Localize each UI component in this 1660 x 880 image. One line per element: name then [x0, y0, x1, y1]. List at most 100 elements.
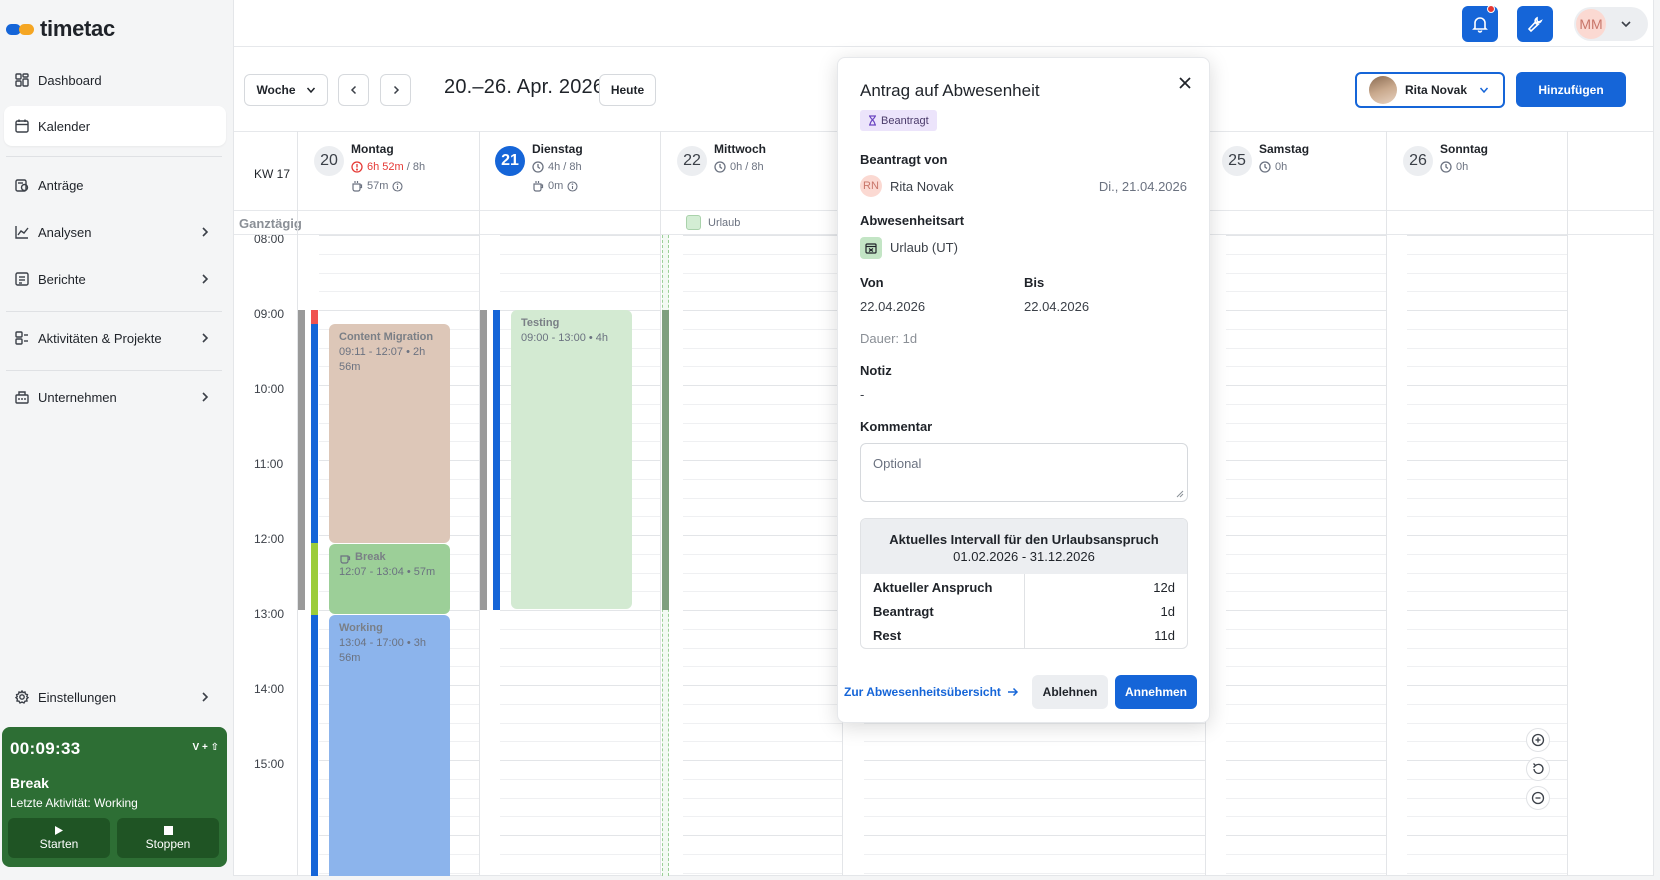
add-button[interactable]: Hinzufügen	[1516, 72, 1626, 107]
grid-line	[683, 666, 842, 668]
sidebar-item-aktivitaeten[interactable]: Aktivitäten & Projekte	[4, 318, 226, 358]
grid-line	[1407, 366, 1567, 368]
start-button[interactable]: Starten	[8, 818, 110, 858]
grid-line	[500, 291, 660, 293]
user-photo	[1369, 76, 1397, 104]
grid-line	[500, 853, 660, 855]
to-label: Bis	[1024, 275, 1045, 290]
event-testing[interactable]: Testing 09:00 - 13:00 • 4h	[511, 310, 632, 609]
sidebar-item-antraege[interactable]: Anträge	[4, 165, 226, 205]
today-button[interactable]: Heute	[599, 74, 656, 106]
absence-type-label: Abwesenheitsart	[860, 213, 965, 228]
day-header-montag[interactable]: 20 Montag 6h 52m / 8h 57m	[314, 142, 484, 202]
wrench-icon	[1527, 16, 1543, 33]
zoom-out-icon	[1531, 791, 1545, 805]
accept-button[interactable]: Annehmen	[1115, 675, 1197, 709]
from-value: 22.04.2026	[860, 299, 926, 314]
timer-last-activity: Letzte Aktivität: Working	[10, 796, 138, 810]
divider	[6, 156, 222, 157]
resize-handle-icon[interactable]	[1176, 490, 1184, 498]
zoom-reset-button[interactable]	[1526, 757, 1550, 781]
grid-line	[1226, 853, 1386, 855]
sidebar-item-kalender[interactable]: Kalender	[4, 106, 226, 146]
grid-line	[683, 422, 842, 424]
grid-line	[683, 403, 842, 405]
day-header-samstag[interactable]: 25 Samstag 0h	[1222, 142, 1392, 202]
grid-line	[1226, 291, 1386, 293]
allday-event-urlaub[interactable]: Urlaub	[686, 215, 740, 230]
grid-line	[683, 647, 842, 649]
grid-line	[683, 722, 842, 724]
grid-line	[1407, 685, 1567, 686]
event-break[interactable]: Break 12:07 - 13:04 • 57m	[329, 544, 450, 614]
hourglass-icon	[869, 115, 876, 126]
grid-line	[1226, 403, 1386, 405]
today-label: Heute	[610, 83, 645, 97]
grid-line	[864, 835, 1205, 836]
next-week-button[interactable]	[380, 74, 411, 106]
absence-type-value: Urlaub (UT)	[890, 240, 958, 255]
sidebar-item-berichte[interactable]: Berichte	[4, 259, 226, 299]
day-worked: 6h 52m / 8h	[351, 161, 425, 173]
user-menu[interactable]: MM	[1574, 7, 1648, 41]
grid-line	[1407, 647, 1567, 649]
day-header-dienstag[interactable]: 21 Dienstag 4h / 8h 0m	[495, 142, 665, 202]
grid-line	[1226, 685, 1386, 686]
grid-line	[683, 835, 842, 836]
sidebar-item-analysen[interactable]: Analysen	[4, 212, 226, 252]
allday-event-label: Urlaub	[708, 216, 741, 229]
play-icon	[55, 825, 63, 835]
day-name: Montag	[351, 142, 394, 156]
grid-line	[683, 797, 842, 799]
view-select[interactable]: Woche	[244, 74, 328, 106]
event-working[interactable]: Working 13:04 - 17:00 • 3h 56m	[329, 615, 450, 876]
grid-line	[683, 816, 842, 818]
allday-label: Ganztägig	[239, 216, 302, 231]
table-row: Rest 11d	[873, 628, 1175, 643]
sidebar-item-einstellungen[interactable]: Einstellungen	[4, 677, 226, 717]
zoom-in-button[interactable]	[1526, 728, 1550, 752]
hour-label: 12:00	[254, 532, 285, 546]
notifications-button[interactable]	[1462, 5, 1498, 42]
day-header-sonntag[interactable]: 26 Sonntag 0h	[1403, 142, 1573, 202]
report-icon	[14, 271, 30, 287]
sidebar-item-unternehmen[interactable]: Unternehmen	[4, 377, 226, 417]
grid-line	[683, 853, 842, 855]
chevron-down-icon	[1479, 87, 1489, 94]
day-header-mittwoch[interactable]: 22 Mittwoch 0h / 8h	[677, 142, 847, 202]
comment-label: Kommentar	[860, 419, 933, 434]
zoom-out-button[interactable]	[1526, 786, 1550, 810]
grid-line	[683, 610, 842, 611]
tools-button[interactable]	[1517, 6, 1553, 42]
day-number: 26	[1403, 146, 1433, 176]
day-number: 22	[677, 146, 707, 176]
vacation-icon	[860, 237, 882, 259]
prev-week-button[interactable]	[338, 74, 369, 106]
chevron-right-icon	[202, 333, 209, 343]
sidebar-item-label: Kalender	[38, 118, 91, 134]
comment-field[interactable]: Optional	[860, 443, 1188, 502]
sidebar-item-dashboard[interactable]: Dashboard	[4, 60, 226, 100]
absence-overview-link[interactable]: Zur Abwesenheitsübersicht	[844, 685, 1019, 699]
logo[interactable]: timetac	[6, 14, 115, 44]
reset-icon	[1533, 763, 1544, 774]
absence-request-dialog: Antrag auf Abwesenheit Beantragt Beantra…	[837, 57, 1210, 723]
close-button[interactable]	[1175, 73, 1195, 93]
topbar: MM	[234, 0, 1653, 47]
sidebar-item-label: Berichte	[38, 271, 86, 287]
grid-line	[1407, 422, 1567, 424]
event-content-migration[interactable]: Content Migration 09:11 - 12:07 • 2h 56m	[329, 324, 450, 543]
requests-icon	[14, 177, 30, 193]
user-select[interactable]: Rita Novak	[1355, 72, 1505, 108]
reject-button[interactable]: Ablehnen	[1032, 675, 1108, 709]
clock-icon	[714, 161, 726, 173]
grid-line	[500, 235, 660, 236]
hour-label: 10:00	[254, 382, 285, 396]
grid-line	[1226, 310, 1386, 311]
grid-line	[683, 628, 842, 630]
chevron-left-icon	[350, 85, 356, 95]
dialog-title: Antrag auf Abwesenheit	[860, 81, 1040, 100]
stop-button[interactable]: Stoppen	[117, 818, 219, 858]
grid-line	[683, 572, 842, 574]
day-number: 21	[495, 146, 525, 176]
